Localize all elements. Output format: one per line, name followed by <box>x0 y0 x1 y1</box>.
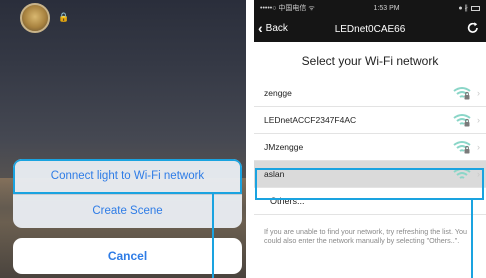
battery-icon <box>471 5 480 11</box>
network-row[interactable]: zengge › <box>254 80 486 107</box>
connect-wifi-label: Connect light to Wi-Fi network <box>50 170 205 183</box>
device-avatar[interactable] <box>20 3 50 33</box>
wifi-lock-icon <box>453 114 471 127</box>
page-heading: Select your Wi-Fi network <box>301 54 439 68</box>
navigation-bar: ‹ Back LEDnet0CAE66 <box>254 16 486 42</box>
chevron-right-icon: › <box>477 142 480 152</box>
callout-line-right <box>471 199 473 278</box>
help-text: If you are unable to find your network, … <box>264 227 467 245</box>
network-name: JMzengge <box>264 142 304 152</box>
connect-wifi-button[interactable]: Connect light to Wi-Fi network <box>13 159 242 194</box>
network-row[interactable]: LEDnetACCF2347F4AC › <box>254 107 486 134</box>
cancel-button[interactable]: Cancel <box>13 238 242 274</box>
left-phone-screen: 🔒 Connect light to Wi-Fi network Create … <box>0 0 246 278</box>
callout-line-left <box>212 193 214 278</box>
refresh-icon[interactable] <box>466 21 480 35</box>
chevron-right-icon: › <box>477 88 480 98</box>
create-scene-label: Create Scene <box>92 205 163 218</box>
selected-network-highlight <box>255 168 484 200</box>
create-scene-button[interactable]: Create Scene <box>13 193 242 229</box>
right-phone-screen: •••••○ 中国电信 ᯤ 1:53 PM ● ∦ ‹ Back LEDnet0… <box>254 0 486 278</box>
nav-title: LEDnet0CAE66 <box>334 24 406 35</box>
status-right-icons: ● ∦ <box>458 5 468 12</box>
status-indicators: ● ∦ <box>458 4 480 12</box>
network-row[interactable]: JMzengge › <box>254 134 486 161</box>
action-sheet: Connect light to Wi-Fi network Create Sc… <box>13 159 242 228</box>
network-name: LEDnetACCF2347F4AC <box>264 115 357 125</box>
network-name: zengge <box>264 88 292 98</box>
status-bar: •••••○ 中国电信 ᯤ 1:53 PM ● ∦ <box>254 0 486 16</box>
device-name-label: 🔒 <box>58 12 70 22</box>
status-time: 1:53 PM <box>373 4 400 12</box>
wifi-lock-icon <box>453 87 471 100</box>
wifi-lock-icon <box>453 141 471 154</box>
cancel-label: Cancel <box>107 249 148 263</box>
chevron-right-icon: › <box>477 115 480 125</box>
carrier-signal: •••••○ 中国电信 ᯤ <box>260 5 315 12</box>
